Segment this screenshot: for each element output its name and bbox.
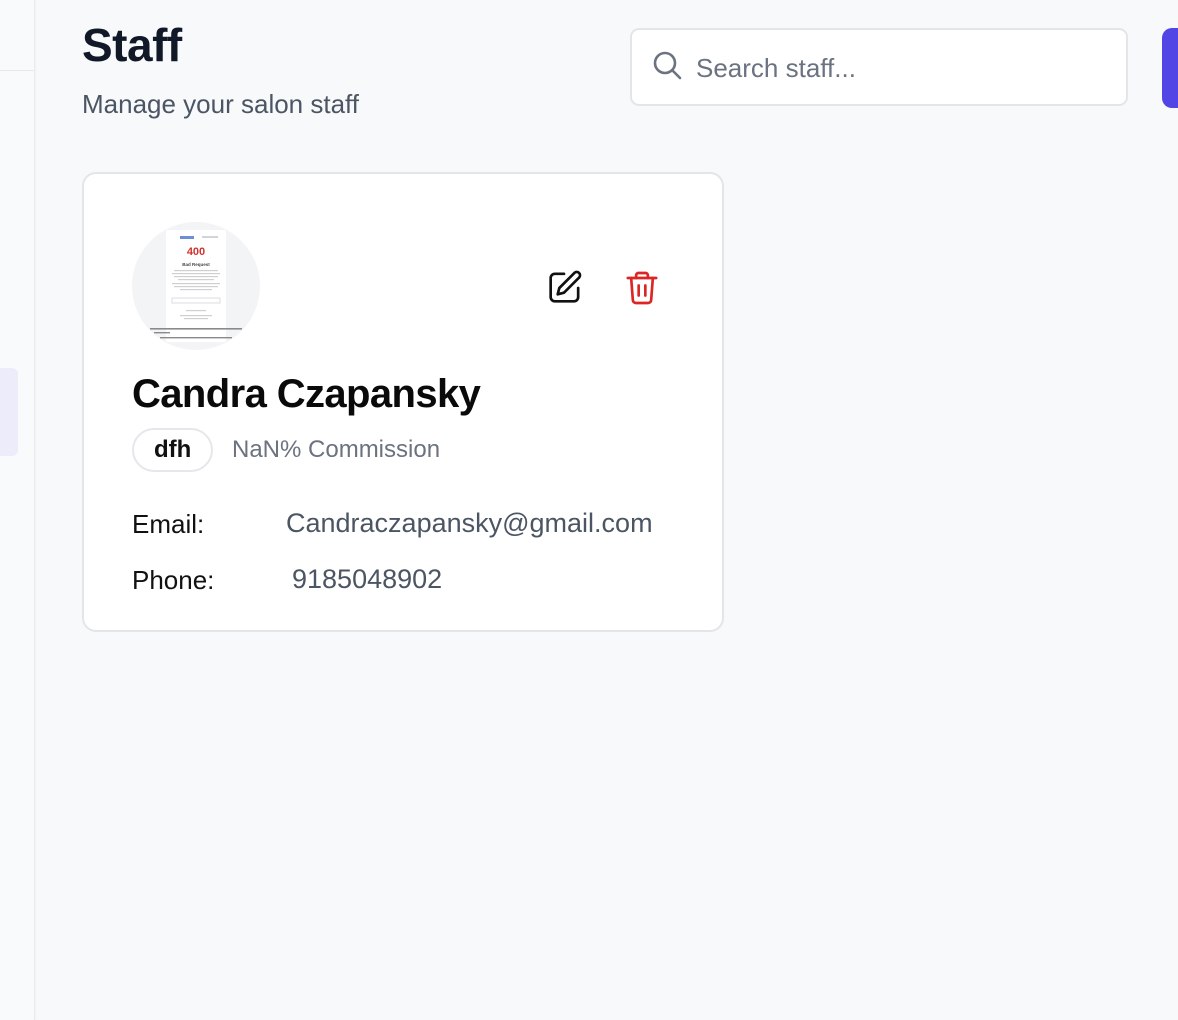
avatar: 400 Bad Request bbox=[132, 222, 260, 350]
staff-card: 400 Bad Request Candra Czapansky dfh NaN… bbox=[82, 172, 724, 632]
delete-button[interactable] bbox=[622, 268, 662, 308]
trash-icon bbox=[622, 271, 662, 311]
phone-value: 9185048902 bbox=[292, 564, 443, 594]
avatar-error-heading: Bad Request bbox=[182, 262, 210, 267]
search-icon bbox=[652, 50, 684, 82]
role-badge: dfh bbox=[132, 428, 214, 472]
edit-icon bbox=[544, 270, 584, 311]
staff-name: Candra Czapansky bbox=[132, 372, 481, 416]
email-value: Candraczapansky@gmail.com bbox=[286, 508, 653, 538]
edit-button[interactable] bbox=[544, 268, 584, 308]
add-staff-button[interactable] bbox=[1162, 28, 1178, 108]
email-label: Email: bbox=[132, 509, 205, 539]
phone-label: Phone: bbox=[132, 565, 215, 595]
sidebar-active-item[interactable] bbox=[0, 368, 18, 456]
sidebar-divider bbox=[0, 70, 34, 71]
page-subtitle: Manage your salon staff bbox=[82, 89, 360, 119]
page-title: Staff bbox=[82, 19, 182, 71]
avatar-error-code: 400 bbox=[187, 246, 205, 258]
sidebar bbox=[0, 0, 35, 1020]
search-box[interactable] bbox=[630, 28, 1128, 106]
search-input[interactable] bbox=[696, 46, 1106, 90]
commission-text: NaN% Commission bbox=[232, 436, 441, 463]
